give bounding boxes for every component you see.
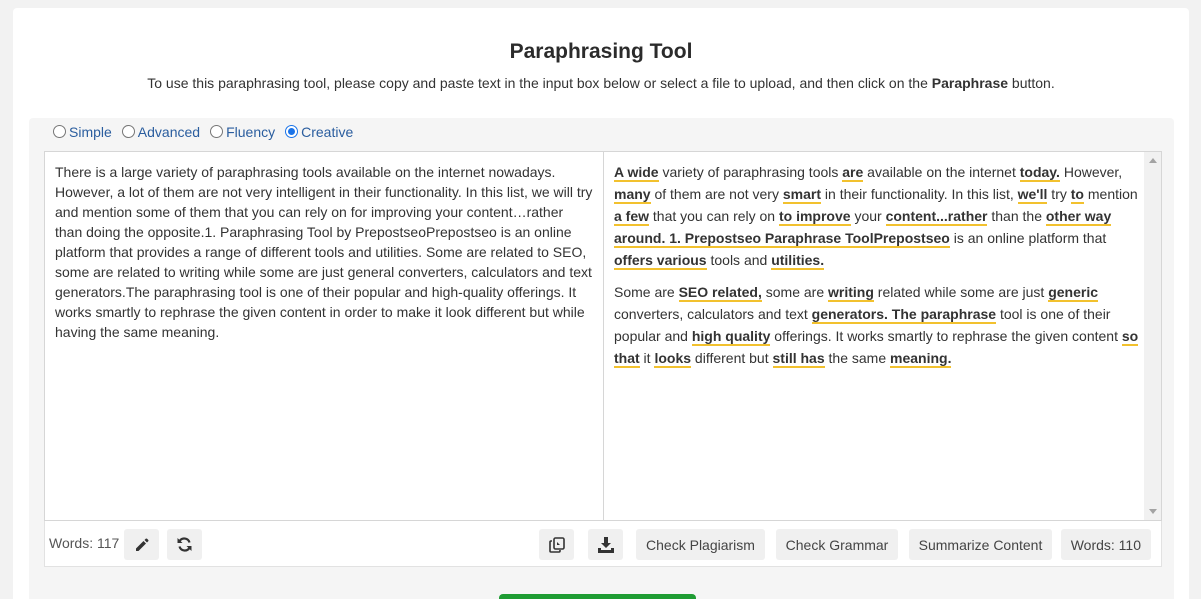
output-text: the same <box>824 350 891 366</box>
output-text: that you can rely on <box>649 208 779 224</box>
synonym-word[interactable]: many <box>614 186 651 204</box>
download-icon <box>597 536 614 553</box>
mode-selector: Simple Advanced Fluency Creative <box>53 124 353 140</box>
synonym-word[interactable]: to <box>1070 186 1084 204</box>
synonym-word[interactable]: we'll <box>1017 186 1048 204</box>
radio-simple[interactable] <box>53 124 66 138</box>
synonym-word[interactable]: looks <box>654 350 692 368</box>
copy-icon <box>548 536 565 553</box>
scroll-up-icon[interactable] <box>1149 158 1157 163</box>
input-text: There is a large variety of paraphrasing… <box>55 164 593 340</box>
output-text: mention <box>1083 186 1138 202</box>
pencil-icon <box>135 538 148 551</box>
output-text: it <box>639 350 655 366</box>
mode-creative-label: Creative <box>301 124 354 140</box>
synonym-word[interactable]: still has <box>772 350 825 368</box>
refresh-icon <box>177 537 192 552</box>
synonym-word[interactable]: offers various <box>614 252 707 270</box>
input-textarea[interactable]: There is a large variety of paraphrasing… <box>45 152 604 520</box>
mode-creative[interactable]: Creative <box>285 124 353 140</box>
subtitle-text: To use this paraphrasing tool, please co… <box>147 75 932 91</box>
synonym-word[interactable]: generic <box>1048 284 1099 302</box>
synonym-word[interactable]: content...rather <box>885 208 988 226</box>
mode-advanced-label: Advanced <box>137 124 201 140</box>
synonym-word[interactable]: generators. The paraphrase <box>811 306 997 324</box>
editor-footer: Words: 117 Check Plagiarism Check Gramma… <box>44 521 1162 567</box>
page-title: Paraphrasing Tool <box>509 40 693 63</box>
synonym-word[interactable]: SEO related, <box>678 284 762 302</box>
paraphrase-button[interactable] <box>499 594 696 599</box>
editor-panes: There is a large variety of paraphrasing… <box>44 151 1162 521</box>
radio-advanced[interactable] <box>121 124 135 138</box>
page-subtitle: To use this paraphrasing tool, please co… <box>13 75 1189 91</box>
output-text: of them are not very <box>650 186 783 202</box>
output-text: your <box>850 208 886 224</box>
input-word-count: Words: 117 <box>49 535 120 551</box>
output-text: variety of paraphrasing tools <box>658 164 843 180</box>
radio-creative[interactable] <box>285 124 299 138</box>
synonym-word[interactable]: smart <box>782 186 822 204</box>
mode-fluency[interactable]: Fluency <box>210 124 275 140</box>
output-text: converters, calculators and text <box>614 306 812 322</box>
output-paragraph-2: Some are SEO related, some are writing r… <box>614 281 1151 369</box>
output-text: related while some are just <box>873 284 1049 300</box>
mode-advanced[interactable]: Advanced <box>121 124 201 140</box>
output-text: some are <box>761 284 828 300</box>
regenerate-button[interactable] <box>167 529 202 560</box>
output-panel[interactable]: A wide variety of paraphrasing tools are… <box>604 152 1161 520</box>
tool-area: Simple Advanced Fluency Creative There i… <box>29 118 1174 599</box>
output-text: is an online platform that <box>949 230 1107 246</box>
output-text: However, <box>1059 164 1123 180</box>
synonym-word[interactable]: a few <box>614 208 650 226</box>
output-text: offerings. It works smartly to rephrase … <box>770 328 1122 344</box>
edit-button[interactable] <box>124 529 159 560</box>
subtitle-text-end: button. <box>1008 75 1055 91</box>
synonym-word[interactable]: meaning. <box>890 350 952 368</box>
synonym-word[interactable]: today. <box>1019 164 1060 182</box>
output-text: Some are <box>614 284 679 300</box>
download-button[interactable] <box>588 529 623 560</box>
output-text: tools and <box>706 252 772 268</box>
synonym-word[interactable]: utilities. <box>771 252 825 270</box>
synonym-word[interactable]: to improve <box>778 208 851 226</box>
synonym-word[interactable]: are <box>842 164 864 182</box>
output-text: in their functionality. In this list, <box>821 186 1018 202</box>
output-text: different but <box>691 350 773 366</box>
summarize-content-button[interactable]: Summarize Content <box>909 529 1052 560</box>
output-word-count: Words: 110 <box>1060 529 1151 560</box>
mode-simple-label: Simple <box>69 124 112 140</box>
synonym-word[interactable]: high quality <box>691 328 771 346</box>
mode-simple[interactable]: Simple <box>53 124 112 140</box>
mode-fluency-label: Fluency <box>226 124 276 140</box>
copy-button[interactable] <box>539 529 574 560</box>
radio-fluency[interactable] <box>210 124 224 138</box>
synonym-word[interactable]: A wide <box>614 164 659 182</box>
scroll-down-icon[interactable] <box>1149 509 1157 514</box>
check-grammar-button[interactable]: Check Grammar <box>776 529 898 560</box>
check-plagiarism-button[interactable]: Check Plagiarism <box>636 529 765 560</box>
output-text: than the <box>987 208 1046 224</box>
output-scrollbar[interactable] <box>1144 152 1161 520</box>
synonym-word[interactable]: writing <box>828 284 874 302</box>
output-text: try <box>1047 186 1071 202</box>
subtitle-paraphrase-word: Paraphrase <box>931 75 1009 91</box>
output-paragraph-1: A wide variety of paraphrasing tools are… <box>614 161 1151 271</box>
output-text: available on the internet <box>863 164 1020 180</box>
